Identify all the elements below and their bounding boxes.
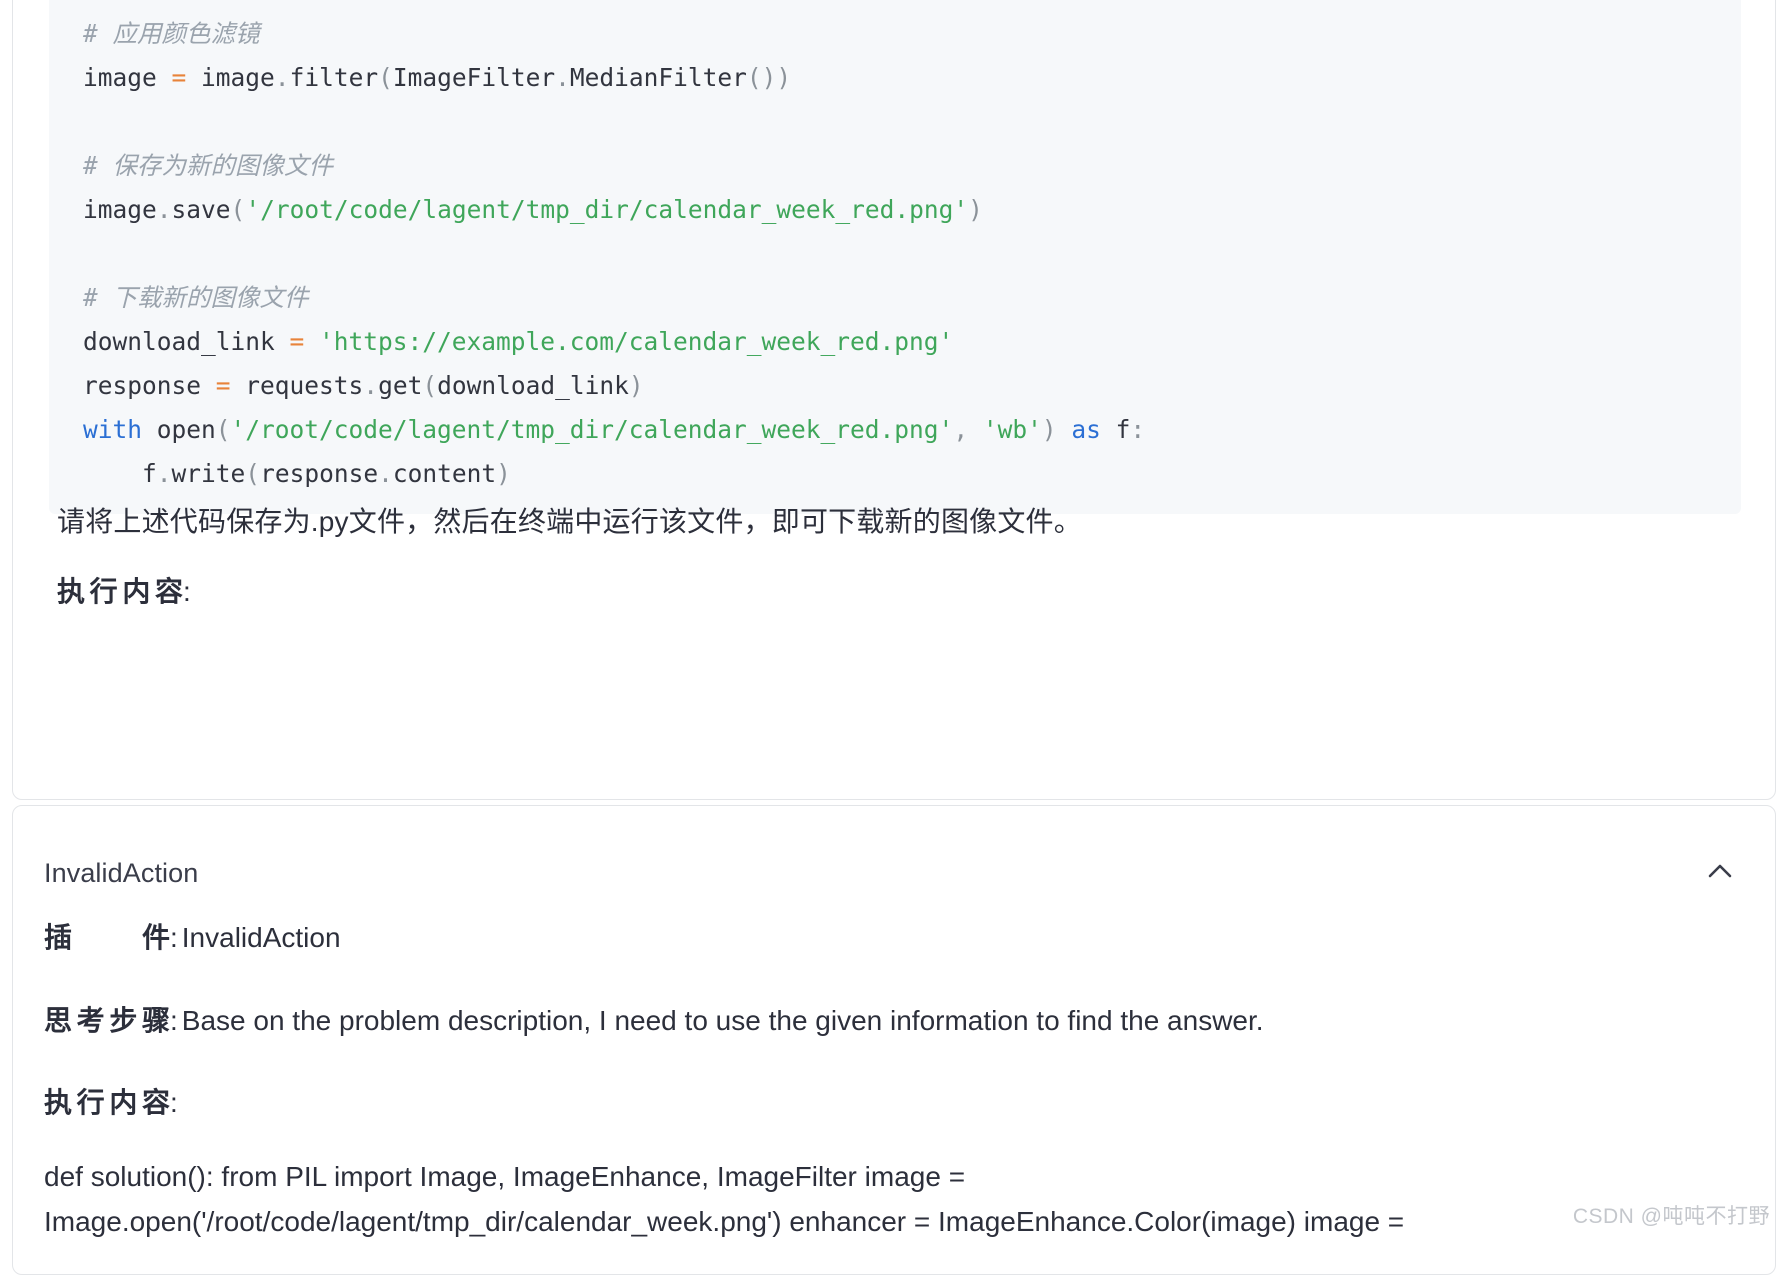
execution-content-label-1-text: 执行内容 — [57, 576, 183, 607]
code-token: # 保存为新的图像文件 — [83, 151, 333, 180]
execution-content-value: def solution(): from PIL import Image, I… — [44, 1161, 1405, 1237]
code-token: image — [186, 63, 275, 92]
python-code-block[interactable]: # 应用颜色滤镜 image = image.filter(ImageFilter… — [49, 0, 1741, 514]
code-token: image — [83, 63, 172, 92]
execution-content-label-1: 执行内容: — [57, 571, 191, 613]
code-token: as — [1056, 415, 1101, 444]
code-token: ( — [245, 459, 261, 488]
code-token: # 应用颜色滤镜 — [83, 19, 260, 48]
assistant-message-card: # 应用颜色滤镜 image = image.filter(ImageFilter… — [12, 0, 1776, 800]
thought-value: Base on the problem description, I need … — [181, 1005, 1264, 1036]
code-token: filter — [289, 63, 379, 92]
code-token: . — [274, 63, 290, 92]
code-token: with — [83, 415, 143, 444]
code-token: ()) — [746, 63, 792, 92]
code-line: image.save('/root/code/lagent/tmp_dir/ca… — [83, 188, 1707, 232]
plugin-colon: : — [170, 922, 178, 953]
execution-content-colon-2: : — [170, 1087, 178, 1118]
code-token: '/root/code/lagent/tmp_dir/calendar_week… — [230, 415, 954, 444]
execution-content-label-2: 执行内容: — [44, 1082, 178, 1124]
code-token: = — [289, 327, 305, 356]
plugin-label: 插件 — [44, 922, 170, 953]
code-token: . — [378, 459, 393, 488]
code-token: ImageFilter — [392, 63, 556, 92]
code-token: write — [171, 459, 246, 488]
code-line: response = requests.get(download_link) — [83, 364, 1707, 408]
code-token: response — [260, 459, 379, 488]
code-token: download_link — [83, 327, 290, 356]
code-token: . — [363, 371, 379, 400]
code-token: ) — [496, 459, 511, 488]
code-token: content — [392, 459, 497, 488]
code-token: download_link — [437, 371, 629, 400]
code-token: ) — [628, 371, 644, 400]
execution-content-label-2-text: 执行内容 — [44, 1087, 170, 1118]
code-token: ( — [422, 371, 438, 400]
code-token: 'https://example.com/calendar_week_red.p… — [319, 327, 954, 356]
save-instruction-text: 请将上述代码保存为.py文件，然后在终端中运行该文件，即可下载新的图像文件。 — [57, 506, 1082, 537]
code-token: ( — [215, 415, 231, 444]
plugin-value: InvalidAction — [181, 922, 341, 953]
code-token: requests — [230, 371, 364, 400]
screenshot-root: # 应用颜色滤镜 image = image.filter(ImageFilter… — [0, 0, 1788, 1275]
code-line: with open('/root/code/lagent/tmp_dir/cal… — [83, 408, 1707, 452]
code-token: image — [83, 195, 157, 224]
code-token: , — [953, 415, 983, 444]
code-token: = — [215, 371, 231, 400]
code-token: open — [142, 415, 216, 444]
code-token: ( — [378, 63, 393, 92]
code-token: save — [171, 195, 231, 224]
code-token: . — [156, 459, 172, 488]
csdn-watermark: CSDN @吨吨不打野 — [1572, 1205, 1770, 1228]
code-token: response — [83, 371, 216, 400]
invalid-action-title: InvalidAction — [44, 858, 199, 888]
code-line: image = image.filter(ImageFilter.MedianF… — [83, 56, 1707, 100]
code-token: f — [83, 459, 157, 488]
code-token: . — [156, 195, 172, 224]
code-token: ) — [968, 195, 983, 224]
collapse-toggle-button[interactable] — [1700, 852, 1740, 892]
code-line: # 下载新的图像文件 — [83, 276, 1707, 320]
code-token: get — [378, 371, 423, 400]
code-token: '/root/code/lagent/tmp_dir/calendar_week… — [245, 195, 969, 224]
execution-content-colon-1: : — [183, 576, 191, 607]
code-token: ) — [1041, 415, 1057, 444]
code-token: . — [555, 63, 570, 92]
code-line: download_link = 'https://example.com/cal… — [83, 320, 1707, 364]
thought-row: 思考步骤: Base on the problem description, I … — [44, 1000, 1264, 1042]
code-token: MedianFilter — [569, 63, 747, 92]
thought-colon: : — [170, 1005, 178, 1036]
thought-label: 思考步骤 — [44, 1005, 170, 1036]
code-token: # 下载新的图像文件 — [83, 283, 309, 312]
code-token: : — [1130, 415, 1146, 444]
plugin-row: 插件: InvalidAction — [44, 917, 341, 959]
code-line: # 应用颜色滤镜 — [83, 12, 1707, 56]
code-token: ( — [230, 195, 246, 224]
code-token: = — [171, 63, 187, 92]
code-line: f.write(response.content) — [83, 452, 1707, 496]
code-line: # 保存为新的图像文件 — [83, 144, 1707, 188]
code-token: f — [1100, 415, 1131, 444]
code-token: 'wb' — [982, 415, 1042, 444]
chevron-up-icon — [1700, 852, 1740, 892]
